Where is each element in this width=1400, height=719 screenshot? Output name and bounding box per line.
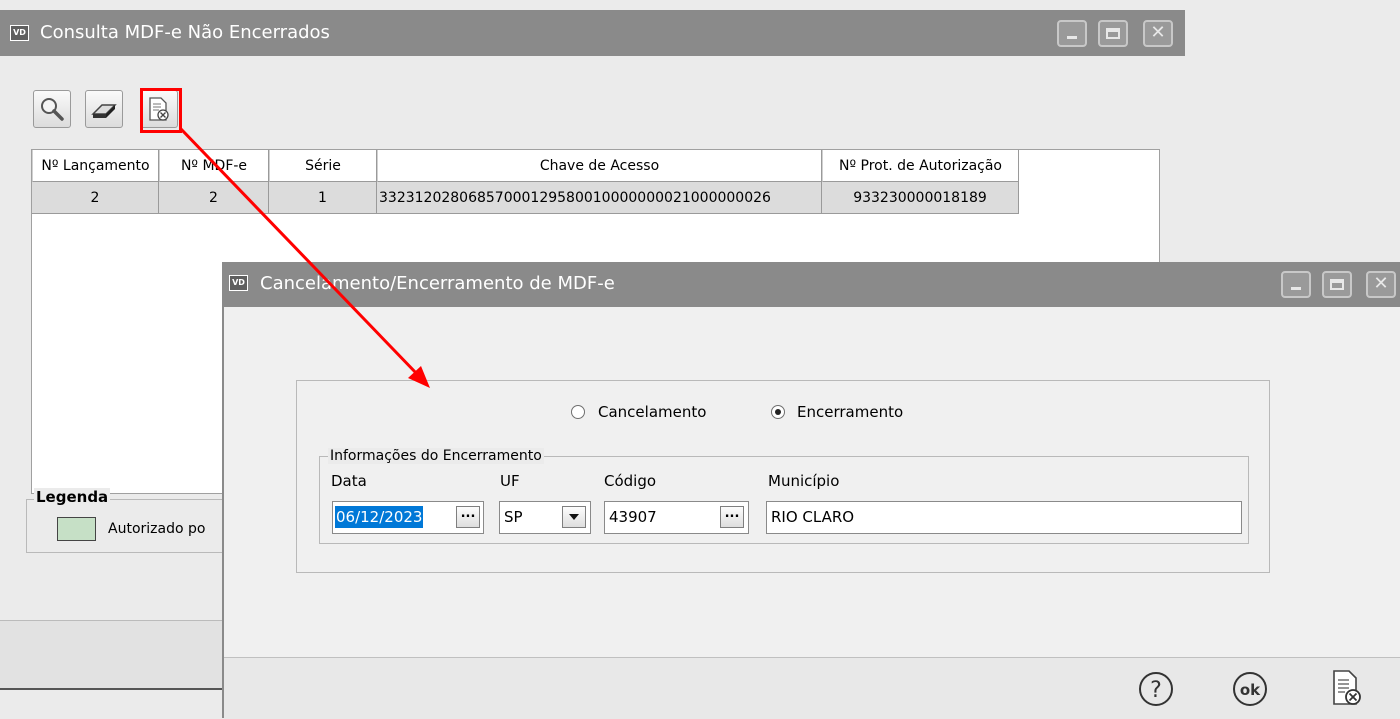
annotation-arrow [178,126,430,388]
